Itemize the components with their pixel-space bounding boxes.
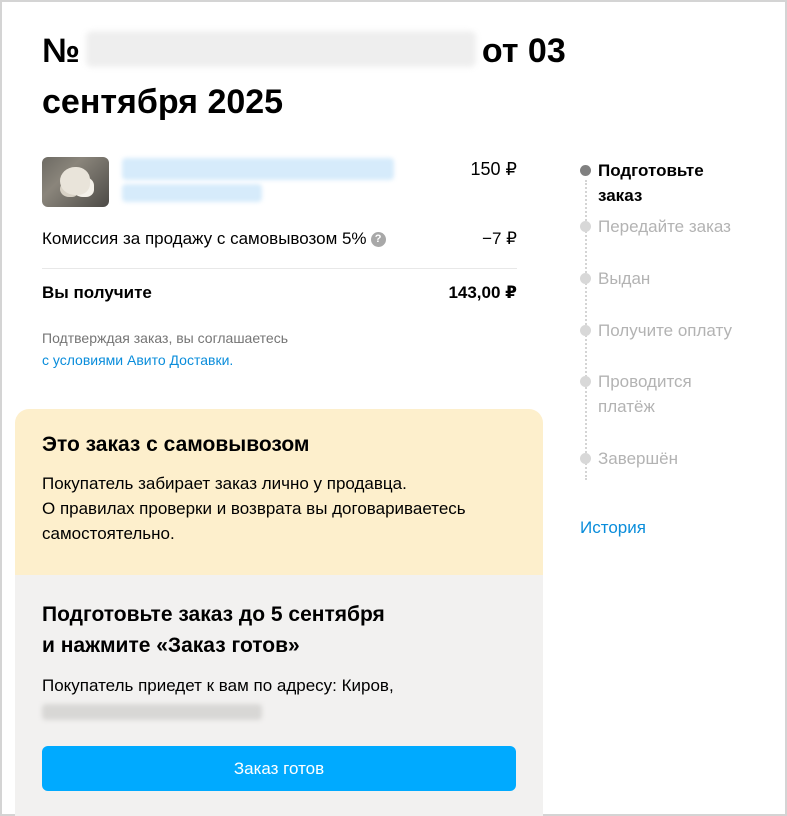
order-title: № от 03 сентября 2025 xyxy=(42,26,602,128)
pickup-text-line1: Покупатель забирает заказ лично у продав… xyxy=(42,474,407,493)
receive-value: 143,00 ₽ xyxy=(448,283,517,302)
order-title-suffix: от 03 xyxy=(481,32,566,70)
terms-text: Подтверждая заказ, вы соглашаетесь xyxy=(42,330,288,346)
step-get-payment: Получите оплату xyxy=(580,318,780,343)
info-icon[interactable]: ? xyxy=(370,231,386,247)
pickup-info-card: Это заказ с самовывозом Покупатель забир… xyxy=(15,409,543,575)
step-label: Передайте заказ xyxy=(598,217,731,236)
buyer-address-text: Покупатель приедет к вам по адресу: Киро… xyxy=(42,676,394,695)
step-label: Подготовьте заказ xyxy=(598,161,704,205)
prepare-title-line1: Подготовьте заказ до 5 сентября xyxy=(42,603,385,626)
step-completed: Завершён xyxy=(580,446,780,471)
pickup-text: Покупатель забирает заказ лично у продав… xyxy=(42,471,516,546)
step-dot xyxy=(580,376,591,387)
divider xyxy=(42,268,517,269)
item-thumbnail[interactable] xyxy=(42,157,109,207)
item-title-link-redacted[interactable] xyxy=(122,158,394,180)
buyer-address: Покупатель приедет к вам по адресу: Киро… xyxy=(42,673,516,720)
address-redacted xyxy=(42,704,262,720)
step-issued: Выдан xyxy=(580,266,780,291)
commission-value: −7 ₽ xyxy=(482,229,517,248)
step-dot-active xyxy=(580,165,591,176)
terms-notice: Подтверждая заказ, вы соглашаетесь с усл… xyxy=(42,327,288,371)
step-payment-processing: Проводится платёж xyxy=(580,369,780,419)
order-status-stepper: Подготовьте заказ Передайте заказ Выдан … xyxy=(580,158,780,480)
step-label: Проводится платёж xyxy=(598,372,692,416)
commission-row: Комиссия за продажу с самовывозом 5% ? xyxy=(42,229,386,249)
order-number-redacted xyxy=(85,31,476,67)
receive-label: Вы получите xyxy=(42,283,152,302)
pickup-title: Это заказ с самовывозом xyxy=(42,433,310,456)
history-link[interactable]: История xyxy=(580,518,646,538)
step-label: Завершён xyxy=(598,449,678,468)
item-photo-object xyxy=(60,167,90,195)
terms-link[interactable]: с условиями Авито Доставки. xyxy=(42,349,288,371)
item-price: 150 ₽ xyxy=(470,159,518,179)
item-title-link-redacted-line2[interactable] xyxy=(122,184,262,202)
step-dot xyxy=(580,221,591,232)
step-dot xyxy=(580,453,591,464)
step-label: Получите оплату xyxy=(598,321,732,340)
order-ready-button[interactable]: Заказ готов xyxy=(42,746,516,791)
pickup-text-line3: самостоятельно. xyxy=(42,524,175,543)
step-hand-over: Передайте заказ xyxy=(580,214,780,239)
pickup-text-line2: О правилах проверки и возврата вы догова… xyxy=(42,499,466,518)
step-prepare: Подготовьте заказ xyxy=(580,158,780,208)
prepare-order-card: Подготовьте заказ до 5 сентября и нажмит… xyxy=(15,575,543,816)
prepare-title-line2: и нажмите «Заказ готов» xyxy=(42,634,300,657)
prepare-title: Подготовьте заказ до 5 сентября и нажмит… xyxy=(42,599,516,661)
step-dot xyxy=(580,325,591,336)
order-title-prefix: № xyxy=(42,32,80,70)
step-dot xyxy=(580,273,591,284)
step-label: Выдан xyxy=(598,269,651,288)
order-title-date: сентября 2025 xyxy=(42,83,284,121)
commission-label: Комиссия за продажу с самовывозом 5% xyxy=(42,229,367,248)
